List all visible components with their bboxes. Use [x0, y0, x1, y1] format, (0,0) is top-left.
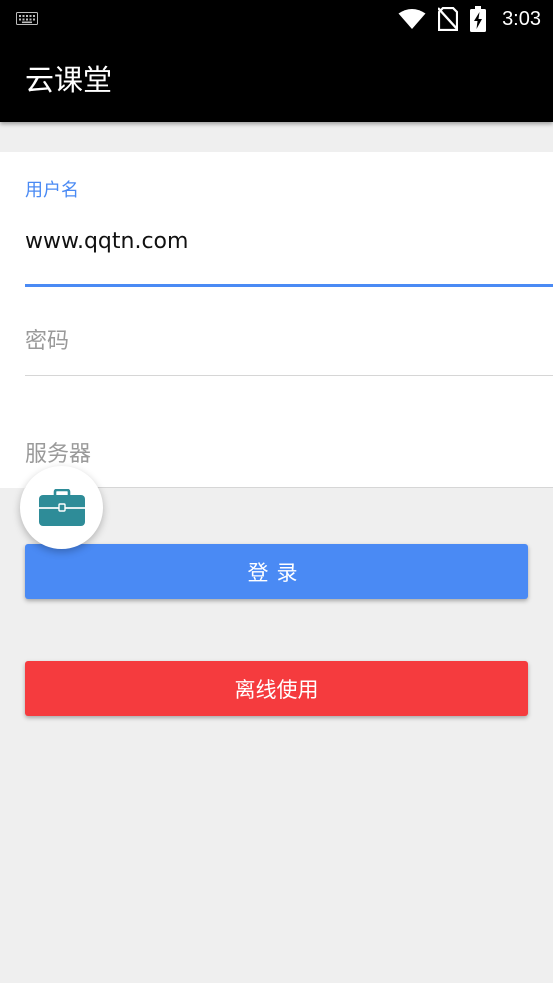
briefcase-icon — [38, 488, 85, 526]
username-label: 用户名 — [25, 180, 79, 201]
wifi-icon — [398, 9, 426, 29]
username-field: 用户名 — [25, 176, 553, 288]
password-field — [25, 322, 553, 376]
username-input[interactable] — [25, 222, 553, 262]
server-select-button[interactable] — [20, 466, 103, 549]
keyboard-icon — [16, 12, 38, 25]
app-title: 云课堂 — [25, 63, 113, 97]
status-bar: 3:03 — [0, 0, 553, 38]
app-bar: 云课堂 — [0, 38, 553, 122]
server-underline — [25, 487, 553, 488]
username-underline — [25, 284, 553, 287]
password-input[interactable] — [25, 322, 553, 362]
no-sim-icon — [438, 7, 459, 31]
offline-use-button[interactable]: 离线使用 — [25, 661, 528, 716]
battery-charging-icon — [470, 6, 487, 32]
login-button[interactable]: 登录 — [25, 544, 528, 599]
password-underline — [25, 375, 553, 376]
status-time: 3:03 — [502, 7, 541, 30]
server-input[interactable] — [25, 435, 553, 475]
server-field — [25, 435, 553, 488]
login-form: 用户名 — [0, 152, 553, 488]
